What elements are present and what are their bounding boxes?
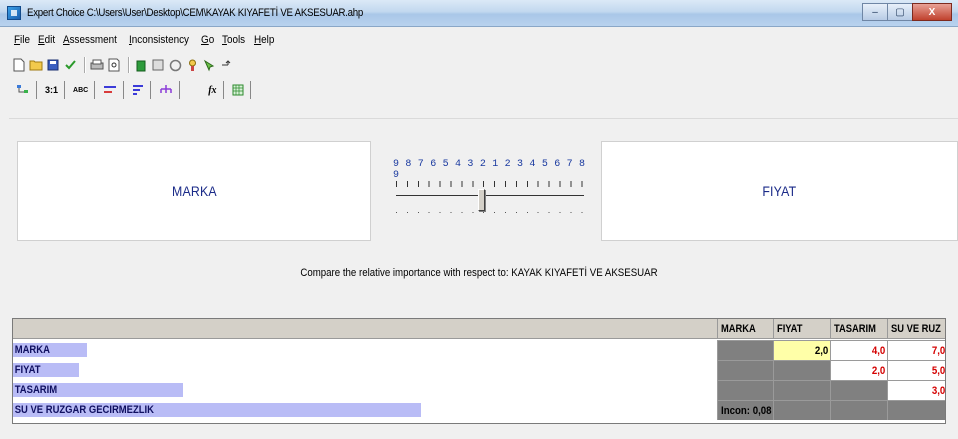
matrix-cell-fiyat-tasarim[interactable]: 2,0 (830, 360, 887, 380)
matrix-cell-su-su (887, 400, 945, 420)
inconsistency-ratio: Incon: 0,08 (717, 400, 773, 420)
menu-inconsistency[interactable]: Inconsistency (129, 34, 189, 46)
toolbar (12, 54, 236, 76)
title-bar: Expert Choice C:\Users\User\Desktop\CEM\… (0, 0, 958, 27)
comparison-matrix: MARKA FIYAT TASARIM SU VE RUZ MARKA FIYA… (12, 318, 946, 424)
menu-file[interactable]: File (14, 34, 30, 46)
menu-go[interactable]: Go (201, 34, 214, 46)
maximize-button[interactable]: ▢ (887, 3, 913, 21)
matrix-cell-marka-marka (717, 340, 773, 360)
scale-dots (396, 212, 584, 213)
verbal-scale-numbers: 9 8 7 6 5 4 3 2 1 2 3 4 5 6 7 8 9 (393, 159, 586, 181)
print-preview-icon[interactable] (107, 58, 121, 72)
open-folder-icon[interactable] (29, 58, 43, 72)
matrix-cell-su-tasarim (830, 400, 887, 420)
menu-bar: File Edit Assessment Inconsistency Go To… (0, 30, 958, 50)
left-element-label: MARKA (171, 183, 217, 199)
column-header-su-ve-ruz[interactable]: SU VE RUZ (887, 319, 945, 339)
column-header-tasarim[interactable]: TASARIM (830, 319, 887, 339)
scale-ticks (396, 181, 584, 187)
print-icon[interactable] (90, 58, 104, 72)
row-label-su-ve-ruzgar[interactable]: SU VE RUZGAR GECIRMEZLIK (13, 400, 713, 420)
tab-hierarchy[interactable] (10, 81, 37, 99)
tab-numerical-comparison[interactable]: 3:1 (39, 81, 66, 99)
tab-graphical-comparison[interactable] (97, 81, 125, 99)
model-icon[interactable] (168, 58, 182, 72)
wizard-icon[interactable] (185, 58, 199, 72)
matrix-cell-fiyat-su-ve-ruz[interactable]: 5,0 (887, 360, 945, 380)
row-label-fiyat[interactable]: FIYAT (13, 360, 713, 380)
window-title: Expert Choice C:\Users\User\Desktop\CEM\… (27, 7, 364, 19)
tab-tree[interactable] (153, 81, 181, 99)
matrix-header: MARKA FIYAT TASARIM SU VE RUZ (13, 319, 945, 339)
right-element-box[interactable]: FIYAT (601, 141, 958, 241)
tab-verbal-comparison[interactable]: ABC (67, 81, 96, 99)
compare-prompt: Compare the relative importance with res… (0, 267, 958, 293)
left-element-box[interactable]: MARKA (17, 141, 371, 241)
compare-prompt-text: Compare the relative importance with res… (300, 267, 658, 279)
menu-tools[interactable]: Tools (222, 34, 245, 46)
save-icon[interactable] (46, 58, 60, 72)
matrix-cell-tasarim-marka (717, 380, 773, 400)
toolbar-separator (84, 57, 86, 73)
pointer-icon[interactable] (202, 58, 216, 72)
column-header-marka[interactable]: MARKA (717, 319, 773, 339)
new-file-icon[interactable] (12, 58, 26, 72)
matrix-cell-tasarim-fiyat (773, 380, 830, 400)
expert-choice-app-icon (7, 6, 21, 20)
grid-icon[interactable] (151, 58, 165, 72)
menu-assessment[interactable]: Assessment (63, 34, 117, 46)
row-label-tasarim[interactable]: TASARIM (13, 380, 713, 400)
tab-grid[interactable] (226, 81, 251, 99)
menu-help[interactable]: Help (254, 34, 274, 46)
matrix-cell-marka-su-ve-ruz[interactable]: 7,0 (887, 340, 945, 360)
window-controls: – ▢ X (862, 3, 952, 21)
minimize-button[interactable]: – (862, 3, 888, 21)
toolbar-separator (128, 57, 130, 73)
matrix-cell-tasarim-tasarim (830, 380, 887, 400)
matrix-cell-marka-tasarim[interactable]: 4,0 (830, 340, 887, 360)
close-button[interactable]: X (912, 3, 952, 21)
column-header-fiyat[interactable]: FIYAT (773, 319, 830, 339)
matrix-cell-su-fiyat (773, 400, 830, 420)
tab-bars[interactable] (126, 81, 152, 99)
mode-tabs: 3:1 ABC fx (10, 80, 253, 100)
matrix-cell-fiyat-marka (717, 360, 773, 380)
menu-edit[interactable]: Edit (38, 34, 55, 46)
slider-track[interactable] (396, 195, 584, 196)
matrix-cell-fiyat-fiyat (773, 360, 830, 380)
arrow-up-icon[interactable] (219, 58, 233, 72)
row-label-marka[interactable]: MARKA (13, 340, 713, 360)
comparison-slider-thumb[interactable] (478, 189, 485, 211)
right-element-label: FIYAT (762, 183, 797, 199)
check-icon[interactable] (63, 58, 77, 72)
matrix-cell-marka-fiyat[interactable]: 2,0 (773, 340, 830, 360)
tab-formula[interactable]: fx (202, 81, 224, 99)
delete-icon[interactable] (134, 58, 148, 72)
matrix-cell-tasarim-su-ve-ruz[interactable]: 3,0 (887, 380, 945, 400)
